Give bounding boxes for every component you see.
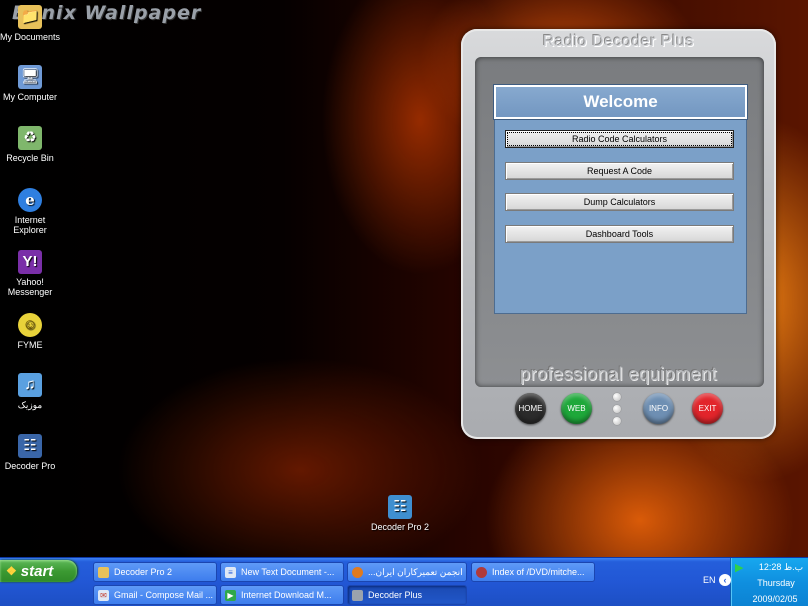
internet-explorer-icon: e	[18, 188, 42, 212]
desktop-icon-label: My Documents	[0, 32, 61, 42]
desktop-icon-decoder-pro[interactable]: ☷ Decoder Pro	[0, 434, 62, 471]
taskbar-item-internet-download-manager[interactable]: ▶ Internet Download M...	[220, 585, 344, 605]
indicator-dot	[613, 405, 621, 413]
info-button[interactable]: INFO	[643, 393, 674, 424]
taskbar: ❖ start Decoder Pro 2 ≡ New Text Documen…	[0, 557, 808, 606]
taskbar-item-label: Internet Download M...	[241, 590, 332, 600]
desktop-icon-label: FYME	[17, 340, 43, 350]
desktop-icon-label: My Computer	[2, 92, 57, 102]
web-button[interactable]: WEB	[561, 393, 592, 424]
desktop-icon-fyme[interactable]: ☺ FYME	[0, 313, 62, 350]
desktop-icon-yahoo-messenger[interactable]: Y! Yahoo! Messenger	[0, 250, 62, 297]
desktop-icon-label: Recycle Bin	[6, 153, 54, 163]
desktop-icon-internet-explorer[interactable]: e Internet Explorer	[0, 188, 62, 235]
yahoo-messenger-icon: Y!	[18, 250, 42, 274]
tagline: professional equipment	[519, 364, 718, 384]
firefox-icon	[352, 566, 363, 578]
taskbar-item-decoder-plus[interactable]: Decoder Plus	[347, 585, 467, 605]
decoder-plus-icon	[352, 589, 363, 601]
taskbar-item-new-text-document[interactable]: ≡ New Text Document -...	[220, 562, 344, 582]
home-button[interactable]: HOME	[515, 393, 546, 424]
decoder-pro-icon: ☷	[18, 434, 42, 458]
request-a-code-button[interactable]: Request A Code	[505, 162, 734, 180]
music-icon: ♫	[18, 373, 42, 397]
desktop-icon-label: Yahoo! Messenger	[7, 277, 53, 297]
taskbar-item-label: Decoder Plus	[368, 590, 423, 600]
windows-logo-icon: ❖	[6, 564, 17, 578]
taskbar-item-decoder-pro-2[interactable]: Decoder Pro 2	[93, 562, 217, 582]
system-tray: ▶ 12:28 ب.ظ Thursday 2009/02/05	[730, 558, 808, 606]
desktop-icon-label: Decoder Pro 2	[370, 522, 430, 532]
desktop-icon-my-documents[interactable]: 📁 My Documents	[0, 5, 62, 42]
dashboard-tools-button[interactable]: Dashboard Tools	[505, 225, 734, 243]
taskbar-item-label: Gmail - Compose Mail ...	[114, 590, 214, 600]
taskbar-item-firefox[interactable]: ...انجمن تعمیرکاران ایران	[347, 562, 467, 582]
folder-documents-icon: 📁	[18, 5, 42, 29]
start-label: start	[20, 562, 54, 580]
smiley-icon: ☺	[18, 313, 42, 337]
desktop-icon-label: موزیک	[17, 400, 43, 410]
welcome-header: Welcome	[493, 84, 748, 120]
app-title[interactable]: Radio Decoder Plus	[461, 33, 776, 51]
language-indicator[interactable]: EN	[703, 575, 716, 585]
taskbar-item-index-of-dvd[interactable]: Index of /DVD/mitche...	[471, 562, 595, 582]
taskbar-item-label: New Text Document -...	[241, 567, 335, 577]
decoder-pro-2-icon: ☷	[388, 495, 412, 519]
tray-expand-icon[interactable]: ‹	[719, 574, 731, 586]
tray-time[interactable]: 12:28 ب.ظ	[753, 562, 808, 573]
tray-day: Thursday	[757, 578, 795, 588]
taskbar-item-gmail[interactable]: ✉ Gmail - Compose Mail ...	[93, 585, 217, 605]
computer-icon: 🖥	[18, 65, 42, 89]
indicator-dot	[613, 393, 621, 401]
taskbar-item-label: Index of /DVD/mitche...	[492, 567, 585, 577]
desktop-icon-label: Internet Explorer	[13, 215, 47, 235]
indicator-dot	[613, 417, 621, 425]
browser-icon	[476, 566, 487, 578]
decoder-plus-window: Radio Decoder Plus Welcome Radio Code Ca…	[461, 29, 776, 439]
taskbar-item-label: ...انجمن تعمیرکاران ایران	[368, 566, 463, 577]
desktop-icon-recycle-bin[interactable]: ♻ Recycle Bin	[0, 126, 62, 163]
start-button[interactable]: ❖ start	[0, 560, 77, 582]
download-tray-icon[interactable]: ▶	[735, 561, 743, 574]
desktop-icon-decoder-pro-2[interactable]: ☷ Decoder Pro 2	[368, 495, 432, 532]
taskbar-item-label: Decoder Pro 2	[114, 567, 173, 577]
dump-calculators-button[interactable]: Dump Calculators	[505, 193, 734, 211]
notepad-icon: ≡	[225, 566, 236, 578]
desktop-icon-label: Decoder Pro	[4, 461, 56, 471]
desktop-icon-music[interactable]: ♫ موزیک	[0, 373, 62, 410]
tray-date: 2009/02/05	[752, 594, 798, 604]
download-manager-icon: ▶	[225, 589, 236, 601]
recycle-bin-icon: ♻	[18, 126, 42, 150]
desktop-icon-my-computer[interactable]: 🖥 My Computer	[0, 65, 62, 102]
radio-code-calculators-button[interactable]: Radio Code Calculators	[505, 130, 734, 148]
folder-icon	[98, 566, 109, 578]
gmail-icon: ✉	[98, 589, 109, 601]
exit-button[interactable]: EXIT	[692, 393, 723, 424]
